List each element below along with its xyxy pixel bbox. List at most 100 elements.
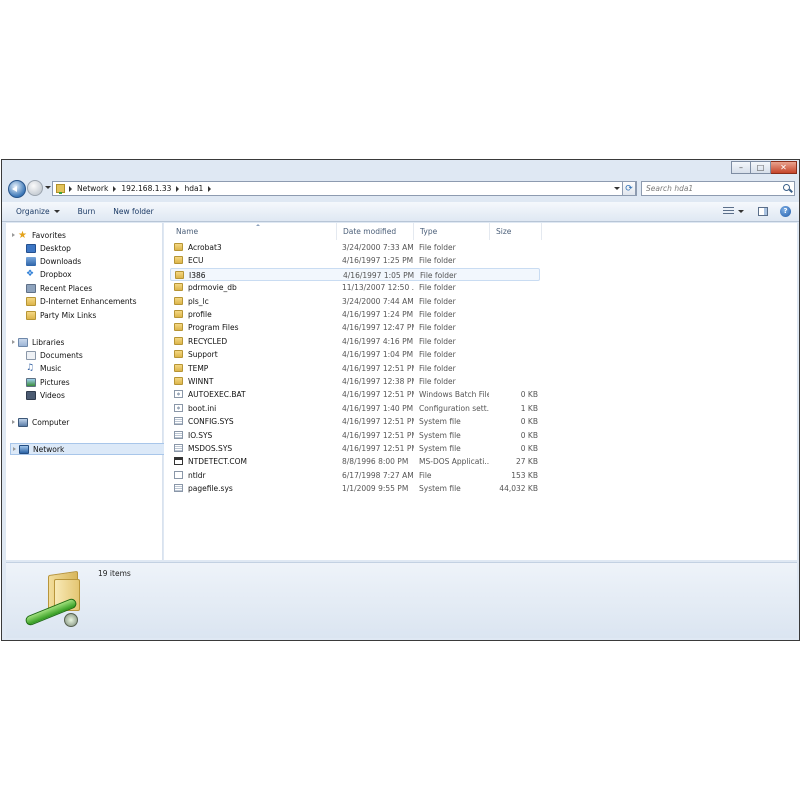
nav-item-party-mix-links[interactable]: Party Mix Links bbox=[26, 309, 181, 321]
nav-item-downloads[interactable]: Downloads bbox=[26, 255, 181, 267]
command-bar: Organize Burn New folder ? bbox=[2, 202, 799, 222]
nav-item-internet-enhancements[interactable]: D-Internet Enhancements bbox=[26, 295, 181, 307]
nav-item-videos[interactable]: Videos bbox=[26, 389, 181, 401]
file-name: WINNT bbox=[188, 377, 214, 386]
expand-arrow-icon[interactable] bbox=[12, 233, 15, 237]
file-name: RECYCLED bbox=[188, 336, 228, 346]
table-row[interactable]: CONFIG.SYS 4/16/1997 12:51 PM System file 0… bbox=[170, 415, 540, 428]
search-input[interactable]: Search hda1 bbox=[641, 181, 795, 196]
nav-item-music[interactable]: ♫ Music bbox=[26, 362, 181, 374]
table-row[interactable]: MSDOS.SYS 4/16/1997 12:51 PM System file 0 … bbox=[170, 442, 540, 455]
folder-icon bbox=[174, 336, 183, 345]
breadcrumb-host[interactable]: 192.168.1.33 bbox=[121, 184, 171, 193]
file-type: File folder bbox=[419, 377, 456, 386]
star-icon: ★ bbox=[18, 229, 27, 241]
address-bar[interactable]: Network 192.168.1.33 hda1 bbox=[52, 181, 637, 196]
table-row[interactable]: TEMP 4/16/1997 12:51 PM File folder bbox=[170, 362, 540, 375]
table-row[interactable]: profile 4/16/1997 1:24 PM File folder bbox=[170, 308, 540, 321]
nav-item-recent-places[interactable]: Recent Places bbox=[26, 282, 181, 294]
table-row[interactable]: AUTOEXEC.BAT 4/16/1997 12:51 PM Windows Ba… bbox=[170, 388, 540, 401]
help-icon[interactable]: ? bbox=[780, 206, 791, 217]
file-size: 0 KB bbox=[520, 444, 538, 453]
column-header-date[interactable]: Date modified bbox=[337, 223, 414, 240]
file-type: System file bbox=[419, 417, 461, 427]
table-row[interactable]: IO.SYS 4/16/1997 12:51 PM System file 0 KB bbox=[170, 429, 540, 442]
folder-icon bbox=[174, 310, 183, 318]
organize-button[interactable]: Organize bbox=[16, 207, 60, 216]
breadcrumb-separator-icon[interactable] bbox=[113, 185, 117, 192]
column-header-size[interactable]: Size bbox=[490, 223, 542, 240]
table-row[interactable]: Program Files 4/16/1997 12:47 PM File fold… bbox=[170, 321, 540, 334]
table-row[interactable]: RECYCLED 4/16/1997 4:16 PM File folder bbox=[170, 335, 540, 348]
nav-item-pictures[interactable]: Pictures bbox=[26, 376, 181, 388]
address-dropdown-icon[interactable] bbox=[614, 187, 620, 190]
maximize-button[interactable]: □ bbox=[751, 161, 771, 174]
file-list: Name Date modified Type Size Acrobat3 3/2… bbox=[164, 223, 797, 560]
file-date-modified: 3/24/2000 7:44 AM bbox=[342, 296, 414, 306]
breadcrumb-share[interactable]: hda1 bbox=[184, 184, 203, 193]
file-type: File folder bbox=[419, 243, 456, 252]
table-row[interactable]: Support 4/16/1997 1:04 PM File folder bbox=[170, 348, 540, 361]
table-row[interactable]: ECU 4/16/1997 1:25 PM File folder bbox=[170, 254, 540, 267]
column-header-type[interactable]: Type bbox=[414, 223, 490, 240]
file-date-modified: 4/16/1997 12:38 PM bbox=[342, 377, 414, 386]
table-row[interactable]: ntldr 6/17/1998 7:27 AM File 153 KB bbox=[170, 469, 540, 482]
nav-item-documents[interactable]: Documents bbox=[26, 349, 181, 361]
table-row[interactable]: boot.ini 4/16/1997 1:40 PM Configuration s… bbox=[170, 402, 540, 415]
folder-icon bbox=[174, 296, 183, 305]
nav-network-label: Network bbox=[33, 444, 65, 454]
table-row[interactable]: NTDETECT.COM 8/8/1996 8:00 PM MS-DOS Appli… bbox=[170, 455, 540, 468]
recent-places-icon bbox=[26, 283, 36, 293]
file-name: TEMP bbox=[188, 363, 209, 373]
new-folder-button[interactable]: New folder bbox=[113, 207, 154, 216]
table-row[interactable]: I386 4/16/1997 1:05 PM File folder bbox=[170, 267, 540, 281]
search-icon[interactable] bbox=[783, 184, 790, 191]
table-row[interactable]: pls_lc 3/24/2000 7:44 AM File folder bbox=[170, 295, 540, 308]
nav-favorites[interactable]: ★ Favorites bbox=[12, 229, 167, 241]
file-type: System file bbox=[419, 484, 461, 494]
file-date-modified: 4/16/1997 12:51 PM bbox=[342, 417, 414, 427]
nav-item-dropbox[interactable]: ❖ Dropbox bbox=[26, 268, 181, 280]
breadcrumb-network[interactable]: Network bbox=[77, 184, 108, 193]
recent-pages-dropdown[interactable] bbox=[45, 186, 51, 189]
table-row[interactable]: Acrobat3 3/24/2000 7:33 AM File folder bbox=[170, 241, 540, 254]
file-date-modified: 1/1/2009 9:55 PM bbox=[342, 484, 409, 494]
config-file-icon bbox=[174, 403, 183, 412]
nav-libraries[interactable]: Libraries bbox=[12, 336, 167, 348]
expand-arrow-icon[interactable] bbox=[13, 447, 16, 451]
minimize-button[interactable]: – bbox=[731, 161, 751, 174]
file-name: CONFIG.SYS bbox=[188, 417, 234, 427]
table-row[interactable]: pagefile.sys 1/1/2009 9:55 PM System file 4… bbox=[170, 482, 540, 495]
forward-arrow-icon[interactable] bbox=[27, 180, 43, 196]
file-name: Acrobat3 bbox=[188, 243, 222, 252]
nav-item-desktop[interactable]: Desktop bbox=[26, 242, 181, 254]
file-date-modified: 4/16/1997 1:04 PM bbox=[342, 350, 414, 360]
column-header-name[interactable]: Name bbox=[170, 223, 337, 240]
file-name: NTDETECT.COM bbox=[188, 457, 247, 467]
nav-network[interactable]: Network bbox=[10, 443, 165, 455]
expand-arrow-icon[interactable] bbox=[12, 420, 15, 424]
expand-arrow-icon[interactable] bbox=[12, 340, 15, 344]
file-icon bbox=[174, 470, 183, 479]
refresh-icon[interactable]: ⟳ bbox=[622, 181, 636, 196]
preview-pane-icon[interactable] bbox=[758, 207, 768, 216]
burn-button[interactable]: Burn bbox=[78, 207, 96, 216]
breadcrumb-separator-icon[interactable] bbox=[69, 185, 72, 192]
nav-item-label: D-Internet Enhancements bbox=[40, 296, 137, 306]
nav-favorites-label: Favorites bbox=[32, 230, 66, 240]
computer-icon bbox=[18, 417, 28, 427]
breadcrumb-separator-icon[interactable] bbox=[176, 185, 180, 192]
close-button[interactable]: ✕ bbox=[771, 161, 797, 174]
table-row[interactable]: WINNT 4/16/1997 12:38 PM File folder bbox=[170, 375, 540, 388]
nav-item-label: Downloads bbox=[40, 256, 82, 266]
view-options-dropdown[interactable] bbox=[738, 210, 744, 213]
system-file-icon bbox=[174, 484, 183, 493]
pictures-icon bbox=[26, 377, 36, 387]
breadcrumb-separator-icon[interactable] bbox=[208, 185, 212, 192]
file-size: 44,032 KB bbox=[499, 484, 538, 494]
back-arrow-icon[interactable] bbox=[8, 180, 26, 198]
nav-computer[interactable]: Computer bbox=[12, 416, 167, 428]
file-date-modified: 11/13/2007 12:50 ... bbox=[342, 283, 414, 293]
change-view-icon[interactable] bbox=[723, 207, 734, 216]
table-row[interactable]: pdrmovie_db 11/13/2007 12:50 ... File fold… bbox=[170, 281, 540, 294]
